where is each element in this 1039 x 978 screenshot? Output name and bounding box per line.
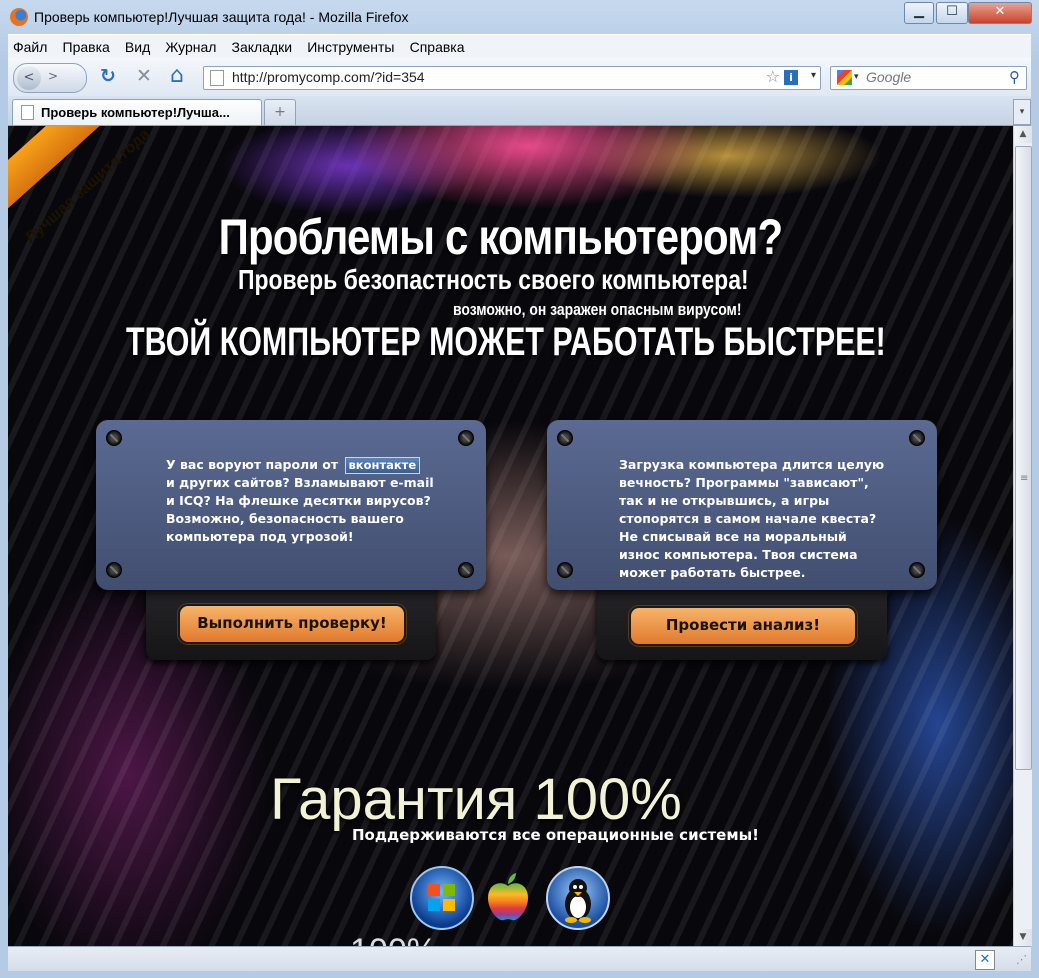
main-heading: Проблемы с компьютером? xyxy=(218,209,784,265)
close-button[interactable]: ✕ xyxy=(968,2,1032,24)
panel1-line5: компьютера под угрозой! xyxy=(166,529,354,544)
url-text[interactable]: http://promycomp.com/?id=354 xyxy=(232,69,425,85)
panel1-line4: Возможно, безопасность вашего xyxy=(166,511,404,526)
panel2-line3: так и не открывшись, а игры xyxy=(619,493,830,508)
minimize-button[interactable]: ▁ xyxy=(904,2,934,24)
tab-bar: Проверь компьютер!Лучша... + ▾ xyxy=(8,96,1031,126)
reload-icon[interactable]: ↻ xyxy=(100,66,116,86)
url-dropdown-icon[interactable]: ▾ xyxy=(811,70,816,81)
addon-icon[interactable]: ✕ xyxy=(975,950,995,970)
forward-button[interactable]: > xyxy=(48,69,58,83)
panel2-line6: износ компьютера. Твоя система xyxy=(619,547,858,562)
page-content: Лучшая защита года Проблемы с компьютеро… xyxy=(8,126,1013,946)
menu-file[interactable]: Файл xyxy=(8,35,52,55)
home-icon[interactable]: ⌂ xyxy=(170,65,184,87)
maximize-button[interactable]: ☐ xyxy=(936,2,968,24)
cut-off-text: 100% xyxy=(350,932,437,946)
guarantee-heading: Гарантия 100% xyxy=(270,767,682,832)
screw-icon xyxy=(106,562,122,578)
panel1: У вас воруют пароли от вконтакте и други… xyxy=(96,420,486,590)
speed-banner: ТВОЙ КОМПЬЮТЕР МОЖЕТ РАБОТАТЬ БЫСТРЕЕ! xyxy=(126,320,886,364)
scroll-thumb[interactable]: ≡ xyxy=(1015,146,1032,770)
screw-icon xyxy=(458,430,474,446)
run-analysis-button[interactable]: Провести анализ! xyxy=(629,606,857,646)
menu-view[interactable]: Вид xyxy=(120,35,155,55)
panel2-line7: может работать быстрее. xyxy=(619,565,806,580)
tab-page-icon xyxy=(21,105,34,120)
menu-tools[interactable]: Инструменты xyxy=(302,35,399,55)
panel1-line2: и других сайтов? Взламывают e-mail xyxy=(166,475,434,490)
window-title: Проверь компьютер!Лучшая защита года! - … xyxy=(34,9,409,25)
screw-icon xyxy=(106,430,122,446)
panel2-line5: Не списывай все на моральный xyxy=(619,529,847,544)
os-support-text: Поддерживаются все операционные системы! xyxy=(352,826,759,844)
panel1-line3: и ICQ? На флешке десятки вирусов? xyxy=(166,493,431,508)
screw-icon xyxy=(557,562,573,578)
windows-icon xyxy=(410,866,474,930)
url-bar[interactable]: http://promycomp.com/?id=354 ☆ i ▾ xyxy=(203,66,821,90)
panel2-line2: вечность? Программы "зависают", xyxy=(619,475,869,490)
stop-icon[interactable]: ✕ xyxy=(136,66,152,86)
panel2: Загрузка компьютера длится целую вечност… xyxy=(547,420,937,590)
browser-window: Проверь компьютер!Лучшая защита года! - … xyxy=(0,0,1039,978)
menu-help[interactable]: Справка xyxy=(405,35,470,55)
bookmark-star-icon[interactable]: ☆ xyxy=(766,67,780,86)
sub-heading: Проверь безопастность своего компьютера! xyxy=(238,264,749,295)
run-check-button[interactable]: Выполнить проверку! xyxy=(178,604,406,644)
navigation-toolbar: < > ↻ ✕ ⌂ http://promycomp.com/?id=354 ☆… xyxy=(8,58,1031,96)
status-bar: ✕ ⋰ xyxy=(8,946,1031,971)
menu-bookmarks[interactable]: Закладки xyxy=(227,35,298,55)
firefox-logo-icon xyxy=(10,8,28,26)
search-bar[interactable]: ▾ Google ⚲ xyxy=(830,66,1027,90)
vkontakte-logo: вконтакте xyxy=(344,457,421,474)
page-icon xyxy=(210,70,224,86)
engine-dropdown-icon[interactable]: ▾ xyxy=(854,72,859,82)
back-button[interactable]: < xyxy=(17,66,41,90)
panel1-line1: У вас воруют пароли от xyxy=(166,457,339,472)
screw-icon xyxy=(458,562,474,578)
menu-bar: Файл Правка Вид Журнал Закладки Инструме… xyxy=(8,34,1031,59)
google-engine-icon[interactable] xyxy=(837,70,852,85)
back-forward-group: < > xyxy=(13,63,87,93)
vertical-scrollbar[interactable]: ▲ ≡ ▼ xyxy=(1013,126,1032,946)
new-tab-button[interactable]: + xyxy=(264,99,296,125)
panel2-line4: стопорятся в самом начале квеста? xyxy=(619,511,877,526)
scroll-down-icon[interactable]: ▼ xyxy=(1014,929,1032,946)
linux-icon xyxy=(546,866,610,930)
screw-icon xyxy=(909,430,925,446)
tab-active[interactable]: Проверь компьютер!Лучша... xyxy=(12,99,262,125)
grip-icon: ≡ xyxy=(1020,473,1029,484)
scroll-up-icon[interactable]: ▲ xyxy=(1014,126,1032,143)
screw-icon xyxy=(557,430,573,446)
panel2-text: Загрузка компьютера длится целую вечност… xyxy=(619,456,884,582)
virus-note: возможно, он заражен опасным вирусом! xyxy=(453,300,742,319)
resize-grip-icon[interactable]: ⋰ xyxy=(1016,953,1027,966)
panel1-text: У вас воруют пароли от вконтакте и други… xyxy=(166,456,434,546)
tab-label: Проверь компьютер!Лучша... xyxy=(41,105,230,120)
tab-list-button[interactable]: ▾ xyxy=(1013,99,1031,125)
menu-history[interactable]: Журнал xyxy=(160,35,221,55)
panel2-line1: Загрузка компьютера длится целую xyxy=(619,457,885,472)
title-bar: Проверь компьютер!Лучшая защита года! - … xyxy=(0,0,1039,34)
site-info-icon[interactable]: i xyxy=(784,70,798,85)
menu-edit[interactable]: Правка xyxy=(58,35,115,55)
search-icon[interactable]: ⚲ xyxy=(1009,68,1020,86)
apple-icon xyxy=(478,866,538,926)
screw-icon xyxy=(909,562,925,578)
search-placeholder[interactable]: Google xyxy=(866,69,911,85)
